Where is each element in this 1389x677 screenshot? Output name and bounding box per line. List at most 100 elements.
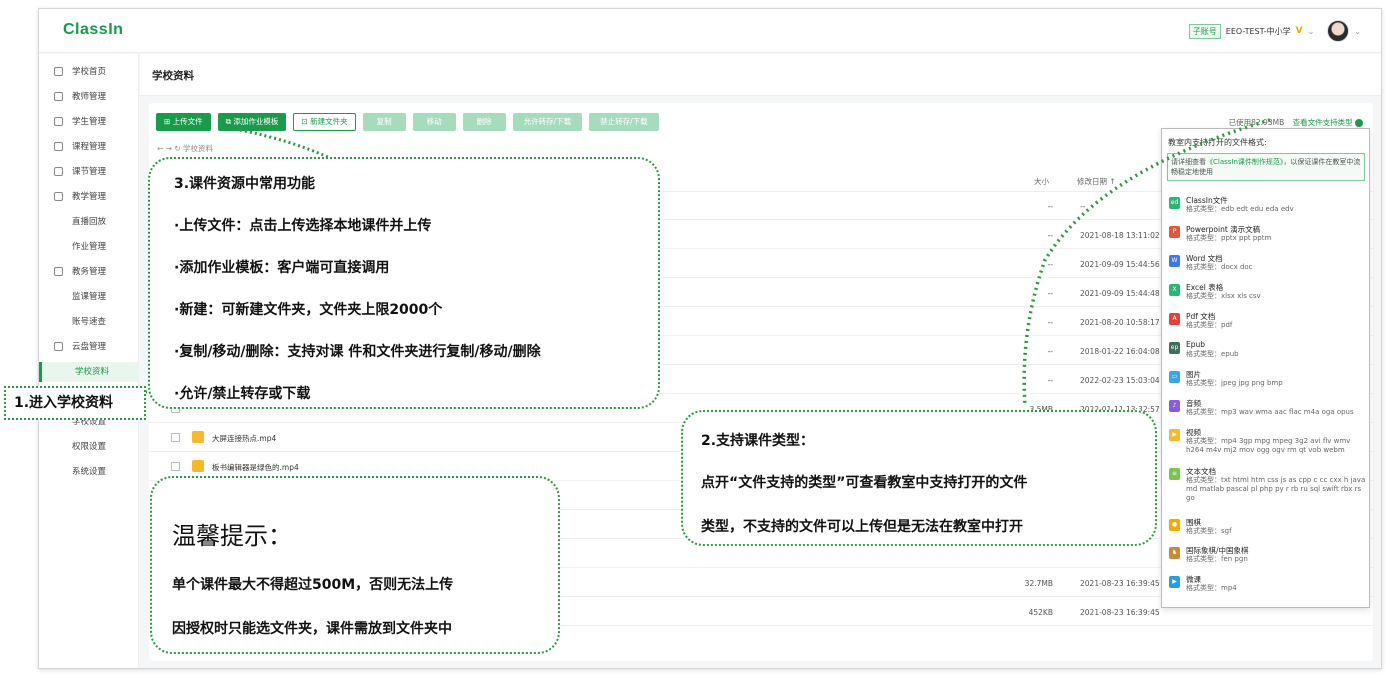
file-date: 2022-02-23 15:03:04 <box>1080 376 1160 385</box>
delete-button[interactable]: 删除 <box>462 113 506 131</box>
file-type-formats: 格式类型：xlsx xls csv <box>1186 292 1261 300</box>
file-date: 2021-08-23 16:39:45 <box>1080 579 1160 588</box>
sidebar-item[interactable]: 权限设置 <box>39 437 139 457</box>
callout-3-line: ·上传文件：点击上传选择本地课件并上传 <box>174 218 432 234</box>
sidebar-item[interactable]: 监课管理 <box>39 287 139 307</box>
file-type-icon: A <box>1169 313 1180 325</box>
storage-used: 已使用82.93MB <box>1228 118 1285 127</box>
file-size: -- <box>1047 202 1053 211</box>
sidebar-item-label: 学校资料 <box>75 367 110 377</box>
row-checkbox[interactable] <box>171 433 180 442</box>
file-type-icon: ● <box>1169 519 1180 531</box>
file-type-icon: P <box>1169 226 1180 238</box>
folder-plus-icon: ⊡ <box>301 117 311 126</box>
new-folder-label: 新建文件夹 <box>310 117 348 126</box>
file-type-formats: 格式类型：jpeg jpg png bmp <box>1186 379 1283 387</box>
callout-common-functions: 3.课件资源中常用功能 ·上传文件：点击上传选择本地课件并上传 ·添加作业模板：… <box>148 157 660 409</box>
spec-link[interactable]: 《ClassIn课件制作规范》 <box>1206 158 1283 166</box>
column-date[interactable]: 修改日期 ↑ <box>1077 176 1116 187</box>
file-type-formats: 格式类型：pdf <box>1186 321 1233 329</box>
upload-label: 上传文件 <box>172 117 203 126</box>
file-size: -- <box>1047 289 1053 298</box>
file-type-icon: ♞ <box>1169 547 1180 559</box>
menu-icon <box>54 92 63 101</box>
sidebar-item[interactable]: 学校资料 <box>39 362 139 382</box>
avatar-chevron-down-icon[interactable]: ⌄ <box>1354 27 1361 36</box>
upload-icon: ⊞ <box>164 117 173 126</box>
file-type-formats: 格式类型：mp4 <box>1186 584 1237 592</box>
sidebar-item[interactable]: 课节管理 <box>39 162 139 182</box>
callout-3-line: ·复制/移动/删除：支持对课 件和文件夹进行复制/移动/删除 <box>174 344 541 360</box>
add-template-label: 添加作业模板 <box>233 117 279 126</box>
file-date: -- <box>1080 202 1086 211</box>
classin-logo[interactable]: ClassIn <box>63 21 123 39</box>
forbid-download-button[interactable]: 禁止转存/下载 <box>589 113 659 131</box>
column-size[interactable]: 大小 <box>1034 176 1049 187</box>
move-button[interactable]: 移动 <box>412 113 456 131</box>
toolbar: ⊞ 上传文件 ⧉ 添加作业模板 ⊡ 新建文件夹 复制 移动 删除 允许转存/下载… <box>156 113 659 131</box>
file-date: 2021-09-09 15:44:56 <box>1080 260 1160 269</box>
file-name[interactable]: 大屏连接热点.mp4 <box>212 433 276 444</box>
menu-icon <box>54 192 63 201</box>
storage-info: 已使用82.93MB 查看文件支持类型 <box>1229 117 1363 128</box>
sidebar-item[interactable]: 教师管理 <box>39 87 139 107</box>
file-date: 2021-09-09 15:44:48 <box>1080 289 1160 298</box>
file-size: 452KB <box>1028 608 1053 617</box>
sidebar-item[interactable]: 学校首页 <box>39 62 139 82</box>
file-type-icon: ▶ <box>1169 576 1180 588</box>
file-type-formats: 格式类型：pptx ppt pptm <box>1186 234 1272 242</box>
menu-icon <box>54 117 63 126</box>
menu-icon <box>54 67 63 76</box>
row-checkbox[interactable] <box>171 462 180 471</box>
menu-icon <box>54 142 63 151</box>
file-size: 32.7MB <box>1024 579 1053 588</box>
video-file-icon <box>192 431 204 443</box>
sidebar-item-label: 账号速查 <box>72 317 107 327</box>
account-menu[interactable]: 子账号 EEO-TEST-中小学 V ⌄ ⌄ <box>1188 20 1361 42</box>
file-type-icon: X <box>1169 284 1180 296</box>
sidebar-item[interactable]: 课程管理 <box>39 137 139 157</box>
file-type-icon: ep <box>1169 342 1180 354</box>
sidebar-item[interactable]: 系统设置 <box>39 462 139 482</box>
file-name[interactable]: 板书编辑器是绿色的.mp4 <box>212 462 299 473</box>
video-file-icon <box>192 460 204 472</box>
file-type-formats: 格式类型：docx doc <box>1186 263 1253 271</box>
sidebar-item[interactable]: 教务管理 <box>39 262 139 282</box>
sidebar-item-label: 教师管理 <box>72 92 107 102</box>
file-type-icon: W <box>1169 255 1180 267</box>
callout-2-title: 2.支持课件类型： <box>701 433 815 449</box>
file-type-formats: 格式类型：edb edt edu eda edv <box>1186 205 1294 213</box>
sidebar-item[interactable]: 学生管理 <box>39 112 139 132</box>
sidebar-item-label: 云盘管理 <box>72 342 107 352</box>
new-folder-button[interactable]: ⊡ 新建文件夹 <box>293 113 356 131</box>
vip-icon: V <box>1295 26 1303 36</box>
sidebar-item[interactable]: 直播回放 <box>39 212 139 232</box>
tips-title: 温馨提示： <box>172 522 292 550</box>
file-type-formats: 格式类型：txt html htm css js as cpp c cc cxx… <box>1186 476 1366 502</box>
view-file-types-link[interactable]: 查看文件支持类型 <box>1293 118 1353 127</box>
file-type-icon: ▶ <box>1169 429 1180 441</box>
file-type-formats: 格式类型：epub <box>1186 350 1239 358</box>
sidebar-item[interactable]: 作业管理 <box>39 237 139 257</box>
avatar[interactable] <box>1327 20 1350 42</box>
sidebar-item[interactable]: 云盘管理 <box>39 337 139 357</box>
sub-account-badge: 子账号 <box>1188 23 1221 39</box>
file-type-formats: 格式类型：sgf <box>1186 527 1232 535</box>
info-icon <box>1355 119 1363 127</box>
account-name: EEO-TEST-中小学 <box>1225 26 1291 36</box>
file-type-formats: 格式类型：mp3 wav wma aac flac m4a oga opus <box>1186 408 1354 416</box>
sidebar-item[interactable]: 教学管理 <box>39 187 139 207</box>
breadcrumb[interactable]: ← → ↻ 学校资料 <box>157 143 213 154</box>
callout-3-line: ·添加作业模板：客户端可直接调用 <box>174 260 390 276</box>
add-template-button[interactable]: ⧉ 添加作业模板 <box>217 113 287 131</box>
chevron-down-icon: ⌄ <box>1307 26 1315 36</box>
sidebar-item-label: 学校首页 <box>72 67 107 77</box>
upload-button[interactable]: ⊞ 上传文件 <box>156 113 211 131</box>
file-type-icon: ▭ <box>1169 371 1180 383</box>
callout-tips: 温馨提示： 单个课件最大不得超过500M，否则无法上传 因授权时只能选文件夹，课… <box>150 476 560 654</box>
file-type-icon: ed <box>1169 197 1180 209</box>
sidebar-item[interactable]: 账号速查 <box>39 312 139 332</box>
callout-2-line: 点开“文件支持的类型”可查看教室中支持打开的文件 <box>701 475 1028 491</box>
allow-download-button[interactable]: 允许转存/下载 <box>512 113 583 131</box>
copy-button[interactable]: 复制 <box>362 113 406 131</box>
